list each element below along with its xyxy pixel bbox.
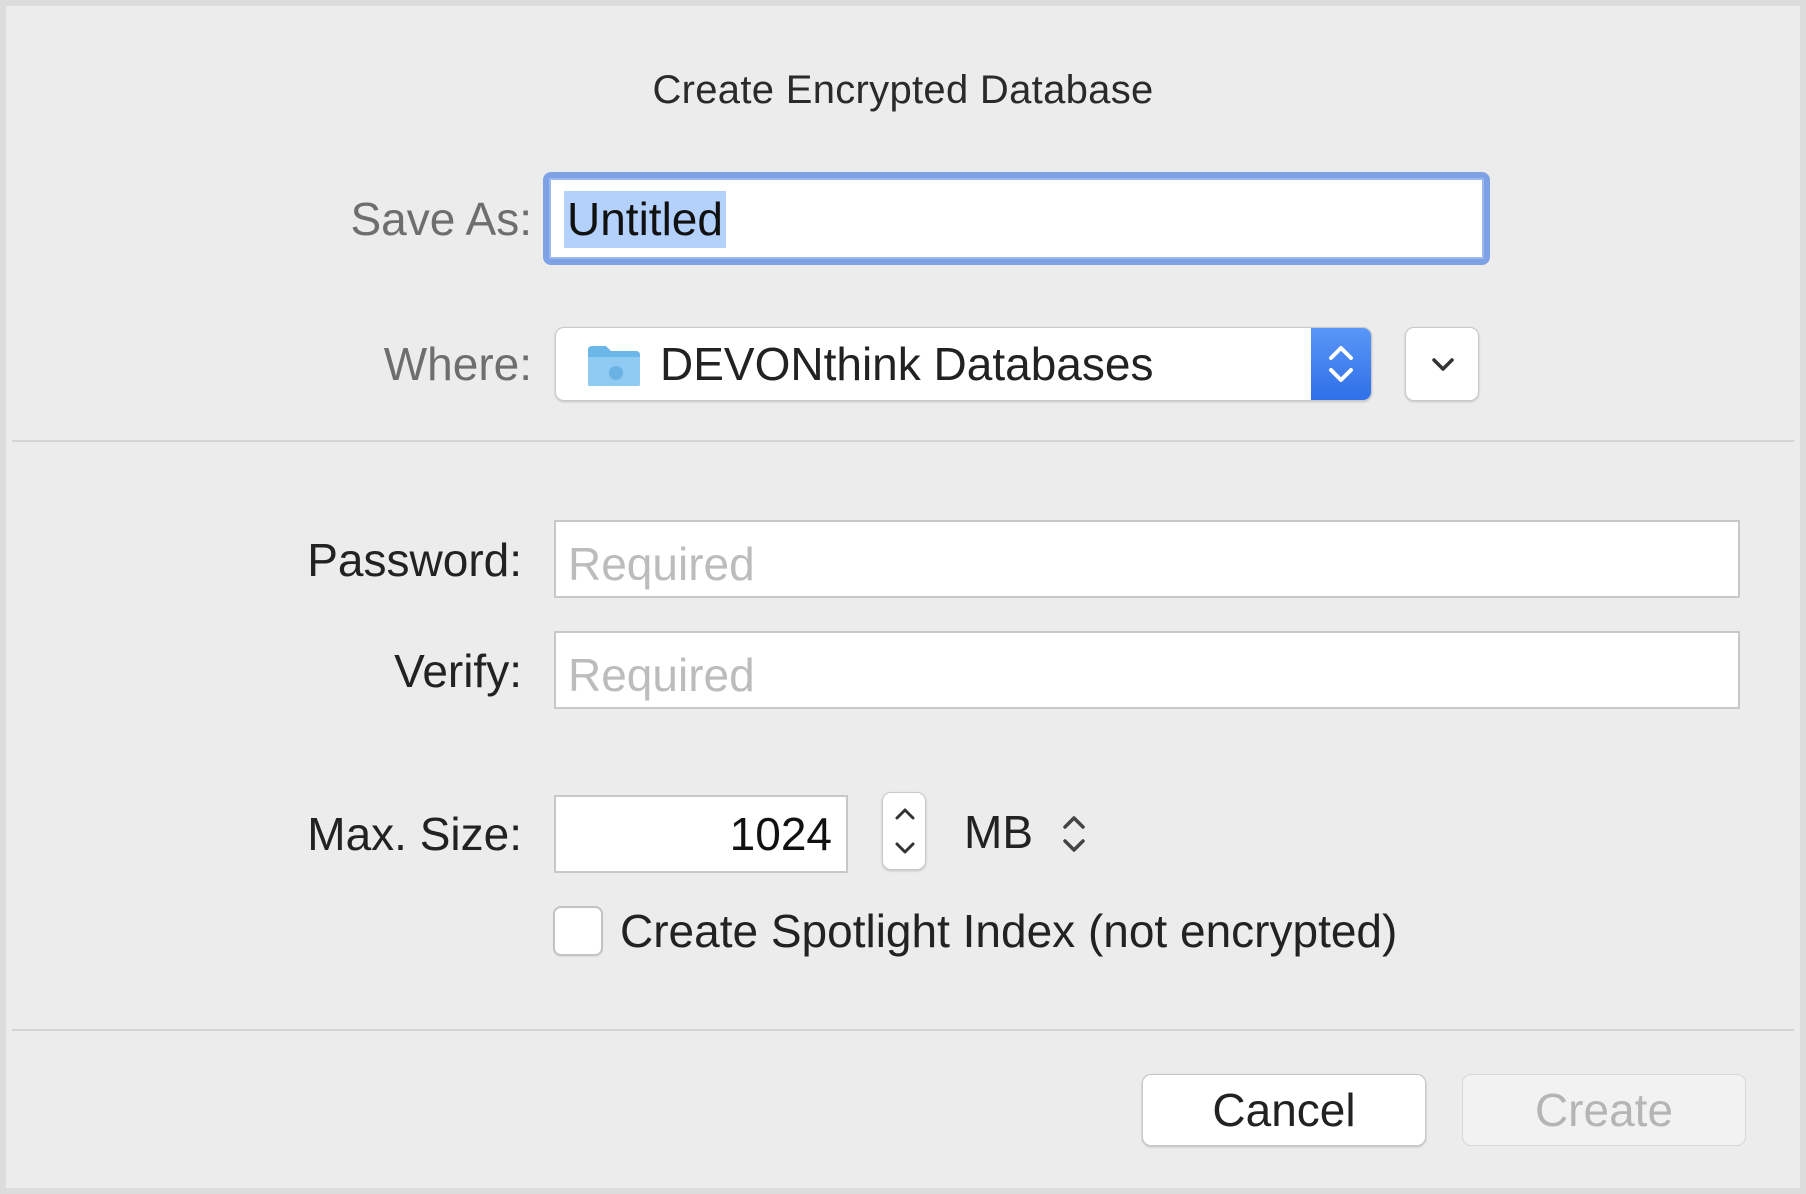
max-size-stepper[interactable] bbox=[882, 792, 926, 870]
cancel-button[interactable]: Cancel bbox=[1142, 1074, 1426, 1146]
create-encrypted-database-dialog: Create Encrypted Database Save As: Untit… bbox=[0, 0, 1806, 1194]
where-label: Where: bbox=[383, 338, 532, 390]
create-button[interactable]: Create bbox=[1462, 1074, 1746, 1146]
spotlight-index-label[interactable]: Create Spotlight Index (not encrypted) bbox=[620, 904, 1397, 958]
where-value: DEVONthink Databases bbox=[660, 338, 1154, 390]
spotlight-index-checkbox[interactable] bbox=[553, 906, 603, 956]
where-location-popup[interactable]: DEVONthink Databases bbox=[555, 327, 1372, 401]
save-as-label: Save As: bbox=[350, 193, 532, 245]
size-unit-value: MB bbox=[964, 806, 1033, 858]
up-down-arrows-icon bbox=[1063, 816, 1085, 852]
popup-arrows-icon bbox=[1311, 328, 1371, 400]
save-as-field[interactable]: Untitled bbox=[543, 172, 1490, 265]
verify-placeholder: Required bbox=[568, 649, 755, 701]
divider bbox=[12, 1029, 1794, 1031]
divider bbox=[12, 440, 1794, 442]
verify-field[interactable]: Required bbox=[554, 631, 1740, 709]
chevron-down-icon bbox=[1432, 358, 1454, 371]
max-size-value: 1024 bbox=[729, 808, 832, 860]
folder-icon bbox=[586, 344, 642, 388]
password-label: Password: bbox=[307, 534, 522, 586]
max-size-field[interactable]: 1024 bbox=[554, 795, 848, 873]
save-as-value[interactable]: Untitled bbox=[564, 191, 726, 248]
password-field[interactable]: Required bbox=[554, 520, 1740, 598]
max-size-label: Max. Size: bbox=[307, 808, 522, 860]
expand-browser-button[interactable] bbox=[1405, 327, 1479, 401]
dialog-title: Create Encrypted Database bbox=[652, 68, 1154, 112]
stepper-arrows-icon bbox=[895, 808, 915, 854]
verify-label: Verify: bbox=[394, 645, 522, 697]
password-placeholder: Required bbox=[568, 538, 755, 590]
